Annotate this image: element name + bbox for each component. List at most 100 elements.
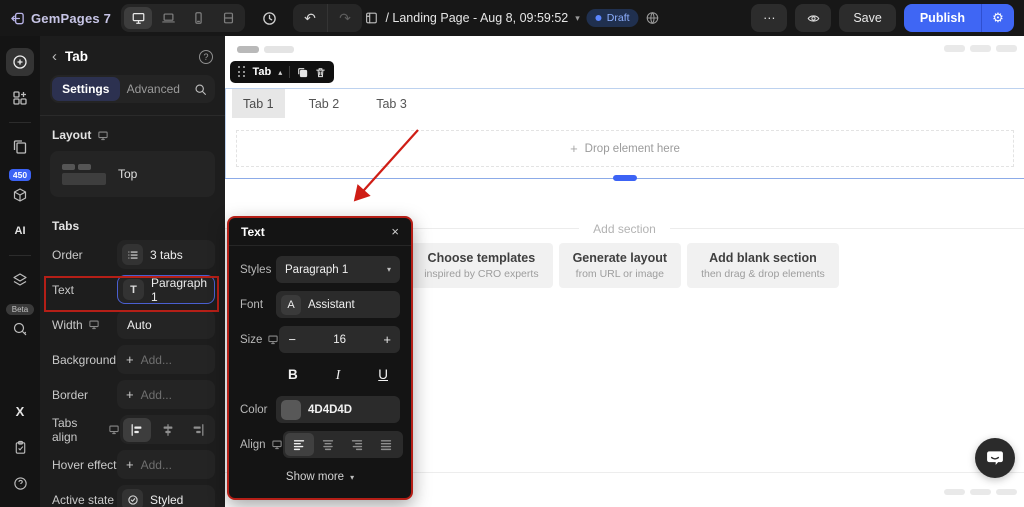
width-control[interactable]: Auto	[117, 310, 215, 339]
footer-placeholder	[970, 489, 991, 495]
x-social-button[interactable]: X	[6, 397, 34, 425]
page-title: / Landing Page - Aug 8, 09:59:52	[385, 11, 568, 25]
text-align-control	[283, 431, 403, 458]
header-placeholder	[237, 46, 259, 53]
generate-layout-button[interactable]: Generate layout from URL or image	[559, 243, 681, 288]
layers-button[interactable]	[6, 266, 34, 294]
element-name[interactable]: Tab	[253, 66, 272, 78]
elements-library-button[interactable]	[6, 84, 34, 112]
pages-button[interactable]	[6, 133, 34, 161]
layout-preview	[62, 164, 106, 185]
device-indicator-icon	[108, 424, 120, 435]
color-control[interactable]: 4D4D4D	[276, 396, 400, 423]
history-icon[interactable]	[255, 5, 283, 31]
choose-templates-button[interactable]: Choose templates inspired by CRO experts	[410, 243, 552, 288]
size-increase-button[interactable]: +	[383, 332, 391, 347]
header-placeholder	[970, 45, 991, 52]
show-more-button[interactable]: Show more ▾	[229, 462, 411, 492]
interactions-beta-button[interactable]	[6, 315, 34, 343]
element-toolbar: Tab ▴	[230, 61, 334, 83]
align-left-icon[interactable]	[123, 418, 151, 442]
chat-support-button[interactable]	[975, 438, 1015, 478]
tabs-align-control	[120, 415, 215, 444]
width-row: Width Auto	[40, 307, 225, 342]
drag-handle-icon[interactable]	[238, 66, 246, 78]
add-blank-section-button[interactable]: Add blank section then drag & drop eleme…	[687, 243, 839, 288]
tabs-align-row: Tabs align	[40, 412, 225, 447]
tab-advanced[interactable]: Advanced	[120, 77, 188, 101]
help-button[interactable]	[6, 469, 34, 497]
align-center-icon[interactable]	[154, 418, 182, 442]
tab-settings[interactable]: Settings	[52, 77, 120, 101]
checklist-button[interactable]	[6, 433, 34, 461]
beta-badge: Beta	[6, 304, 34, 315]
delete-icon[interactable]	[315, 67, 326, 78]
ai-assistant-button[interactable]: AI	[6, 217, 34, 245]
color-swatch[interactable]	[281, 400, 301, 420]
search-icon[interactable]	[187, 77, 213, 101]
popup-title: Text	[241, 225, 265, 239]
styles-dropdown[interactable]: Paragraph 1 ▾	[276, 256, 400, 283]
gempages-logo[interactable]: GemPages 7	[10, 11, 111, 26]
device-indicator-icon	[271, 439, 283, 450]
active-state-row: Active state Styled	[40, 482, 225, 507]
mobile-device-button[interactable]	[184, 7, 212, 29]
border-add-control[interactable]: + Add...	[117, 380, 215, 409]
hover-effect-add-control[interactable]: + Add...	[117, 450, 215, 479]
text-align-justify-icon[interactable]	[372, 433, 401, 456]
plus-icon: +	[126, 352, 134, 367]
font-row: Font A Assistant	[229, 287, 411, 322]
text-icon: T	[123, 279, 144, 300]
products-button[interactable]	[6, 181, 34, 209]
text-align-center-icon[interactable]	[314, 433, 343, 456]
page-title-group[interactable]: / Landing Page - Aug 8, 09:59:52 ▾ Draft	[364, 0, 659, 36]
header-placeholder	[996, 45, 1017, 52]
canvas-tab-3[interactable]: Tab 3	[365, 89, 418, 118]
canvas-tab-2[interactable]: Tab 2	[298, 89, 351, 118]
order-control[interactable]: 3 tabs	[117, 240, 215, 269]
globe-icon[interactable]	[646, 11, 660, 25]
device-indicator-icon	[88, 319, 100, 330]
back-button[interactable]: ‹	[52, 48, 57, 65]
plus-icon: +	[126, 387, 134, 402]
italic-button[interactable]: I	[336, 367, 341, 383]
text-align-left-icon[interactable]	[285, 433, 314, 456]
underline-button[interactable]: U	[378, 367, 388, 382]
laptop-device-button[interactable]	[154, 7, 182, 29]
layout-position-selector[interactable]: Top	[50, 151, 215, 197]
hover-effect-row: Hover effect + Add...	[40, 447, 225, 482]
divider	[9, 255, 31, 256]
chevron-up-icon[interactable]: ▴	[278, 68, 282, 77]
bold-button[interactable]: B	[288, 367, 298, 382]
desktop-device-button[interactable]	[124, 7, 152, 29]
chevron-down-icon[interactable]: ▾	[575, 13, 580, 24]
tablet-device-button[interactable]	[214, 7, 242, 29]
format-buttons: B I U	[276, 367, 400, 383]
size-decrease-button[interactable]: −	[288, 332, 296, 347]
publish-settings-gear-button[interactable]: ⚙	[982, 4, 1014, 32]
active-state-control[interactable]: Styled	[117, 485, 215, 507]
save-button[interactable]: Save	[839, 4, 896, 32]
background-add-control[interactable]: + Add...	[117, 345, 215, 374]
redo-button[interactable]: ↷	[328, 4, 362, 32]
undo-button[interactable]: ↶	[293, 4, 327, 32]
publish-button[interactable]: Publish	[904, 4, 981, 32]
status-badge: Draft	[587, 9, 639, 27]
close-icon[interactable]: ×	[391, 224, 399, 239]
text-align-right-icon[interactable]	[343, 433, 372, 456]
preview-eye-button[interactable]	[795, 4, 831, 32]
drop-element-zone[interactable]: + Drop element here	[236, 130, 1014, 167]
help-circle-icon[interactable]: ?	[199, 50, 213, 64]
chevron-down-icon: ▾	[350, 473, 354, 482]
size-value[interactable]: 16	[333, 334, 346, 346]
more-options-button[interactable]: ···	[751, 4, 787, 32]
align-right-icon[interactable]	[184, 418, 212, 442]
font-selector[interactable]: A Assistant	[276, 291, 400, 318]
text-style-control[interactable]: T Paragraph 1	[117, 275, 215, 304]
canvas-tab-1[interactable]: Tab 1	[232, 89, 285, 118]
top-bar: GemPages 7 ↶	[0, 0, 1024, 36]
duplicate-icon[interactable]	[297, 67, 308, 78]
add-element-button[interactable]	[6, 48, 34, 76]
status-dot	[596, 15, 602, 21]
add-section-handle[interactable]	[613, 175, 637, 181]
